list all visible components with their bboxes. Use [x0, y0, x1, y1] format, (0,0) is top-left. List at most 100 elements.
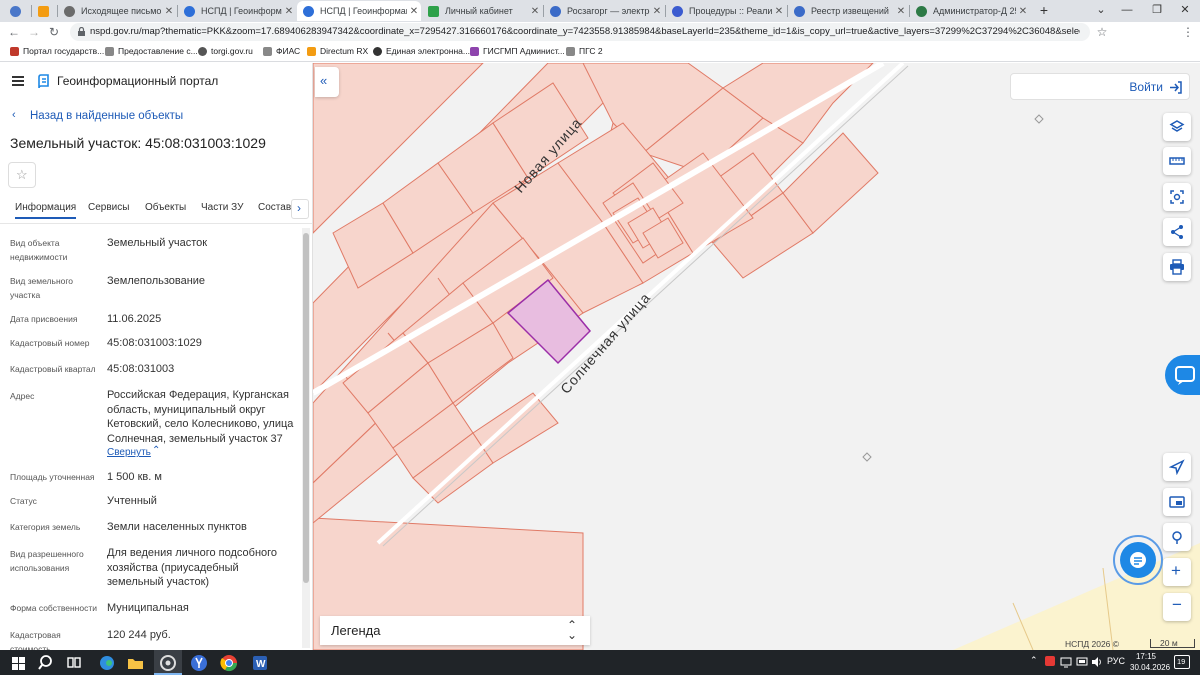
close-window-button[interactable]: ✕: [1170, 0, 1200, 22]
favorite-button[interactable]: ☆: [8, 162, 36, 188]
browser-tab[interactable]: Реестр извещений ✕: [788, 1, 908, 21]
print-button[interactable]: [1163, 253, 1191, 281]
volume-icon[interactable]: [1091, 656, 1103, 668]
bookmark-label: ПГС 2: [579, 46, 603, 56]
network-icon[interactable]: [1076, 656, 1088, 668]
restore-button[interactable]: ❐: [1142, 0, 1172, 22]
legend-panel[interactable]: Легенда ⌃ ⌄: [320, 616, 590, 645]
back-to-results-link[interactable]: Назад в найденные объекты: [30, 110, 183, 122]
bookmark-item[interactable]: ПГС 2: [566, 46, 603, 56]
tab-close-icon[interactable]: ✕: [282, 6, 296, 17]
tab-close-icon[interactable]: ✕: [528, 6, 542, 17]
menu-burger-icon[interactable]: [12, 76, 24, 86]
tab-close-icon[interactable]: ✕: [162, 6, 176, 17]
zoom-in-button[interactable]: +: [1163, 558, 1191, 586]
url-text: nspd.gov.ru/map?thematic=PKK&zoom=17.689…: [90, 26, 1080, 37]
tab-information[interactable]: Информация: [15, 202, 77, 219]
tabs-scroll-right-button[interactable]: ›: [291, 199, 309, 219]
windows-start-icon[interactable]: [10, 653, 30, 673]
measure-button[interactable]: [1163, 147, 1191, 175]
browser-tab[interactable]: Исходящее письмо дл✕: [58, 1, 176, 21]
browser-tab[interactable]: Администратор-Д 25.1✕: [910, 1, 1030, 21]
help-widget-button[interactable]: [1165, 355, 1200, 395]
browser-tab[interactable]: Росзагорг — электрон✕: [544, 1, 664, 21]
chat-widget-button[interactable]: [1113, 535, 1163, 585]
word-app-icon[interactable]: W: [250, 653, 270, 673]
browser-tab[interactable]: Личный кабинет ✕: [422, 1, 542, 21]
panel-scrollbar[interactable]: [302, 228, 310, 648]
reload-icon[interactable]: ↻: [46, 24, 62, 40]
tray-app-icon[interactable]: [1045, 656, 1055, 666]
tray-monitor-icon[interactable]: [1060, 656, 1072, 668]
bookmark-item[interactable]: ГИСГМП Админист...: [470, 46, 565, 56]
browser-tab[interactable]: [4, 1, 30, 21]
bookmark-item[interactable]: Портал государств...: [10, 46, 104, 56]
bookmark-item[interactable]: Directum RX: [307, 46, 368, 56]
chat-widget-core: [1120, 542, 1156, 578]
chrome-browser-icon[interactable]: [220, 653, 240, 673]
browser-tab-active[interactable]: НСПД | Геоинформаци ✕: [297, 1, 421, 21]
share-button[interactable]: [1163, 218, 1191, 246]
collapse-panel-button[interactable]: «: [315, 67, 339, 97]
select-area-button[interactable]: [1163, 183, 1191, 211]
field-value: Земли населенных пунктов: [107, 521, 247, 533]
bookmark-star-icon[interactable]: ☆: [1094, 24, 1110, 40]
scrollbar-thumb[interactable]: [303, 233, 309, 583]
browser-tab[interactable]: [32, 1, 56, 21]
address-bar[interactable]: nspd.gov.ru/map?thematic=PKK&zoom=17.689…: [70, 23, 1090, 41]
tab-close-icon[interactable]: ✕: [1016, 6, 1030, 17]
tab-close-icon[interactable]: ✕: [650, 6, 664, 17]
star-icon: ☆: [16, 167, 28, 182]
object-title: Земельный участок: 45:08:031003:1029: [10, 135, 266, 151]
minimize-button[interactable]: —: [1112, 0, 1142, 22]
back-arrow-icon[interactable]: ←: [6, 24, 22, 40]
active-app-indicator[interactable]: [154, 650, 182, 675]
tab-objects[interactable]: Объекты: [145, 202, 186, 213]
map-view[interactable]: Новая улица Солнечная улица « Войти + −: [313, 63, 1200, 650]
clock[interactable]: 17:15 30.04.2026: [1130, 651, 1170, 673]
bookmark-item[interactable]: Предоставление с...: [105, 46, 198, 56]
browser-tab[interactable]: Процедуры :: Реализа✕: [666, 1, 786, 21]
divider: [0, 223, 312, 224]
tab-close-icon[interactable]: ✕: [894, 6, 908, 17]
tab-favicon-icon: [184, 5, 195, 17]
bookmark-item[interactable]: Единая электронна...: [373, 46, 470, 56]
task-view-icon[interactable]: [66, 653, 86, 673]
tab-services[interactable]: Сервисы: [88, 202, 129, 213]
file-explorer-icon[interactable]: [126, 653, 146, 673]
search-icon[interactable]: [38, 653, 58, 673]
picture-in-picture-button[interactable]: [1163, 488, 1191, 516]
bookmark-label: Directum RX: [320, 46, 369, 56]
notifications-button[interactable]: 19: [1174, 655, 1190, 669]
layers-button[interactable]: [1163, 113, 1191, 141]
site-info-icon[interactable]: [77, 27, 86, 37]
collapse-link[interactable]: Свернуть: [107, 447, 151, 458]
tab-composition[interactable]: Состав: [258, 202, 291, 213]
locate-button[interactable]: [1163, 453, 1191, 481]
login-button[interactable]: Войти: [1010, 73, 1190, 100]
scale-label: 20 м: [1160, 638, 1178, 648]
chevron-up-icon[interactable]: ⌃: [1030, 655, 1038, 666]
tab-close-icon[interactable]: ✕: [407, 6, 421, 17]
picture-in-picture-icon: [1169, 496, 1185, 508]
expand-collapse-icon[interactable]: ⌃ ⌄: [567, 619, 577, 641]
tab-title: Администратор-Д 25.1: [933, 6, 1016, 16]
map-canvas[interactable]: [313, 63, 1200, 650]
bookmark-item[interactable]: ФИАС: [263, 46, 300, 56]
tab-land-parts[interactable]: Части ЗУ: [201, 202, 243, 213]
yandex-browser-icon[interactable]: [190, 653, 210, 673]
browser-tab[interactable]: НСПД | Геоинформаци✕: [178, 1, 296, 21]
forward-arrow-icon[interactable]: →: [26, 24, 42, 40]
chevron-up-icon[interactable]: ⌃: [152, 445, 160, 456]
zoom-out-button[interactable]: −: [1163, 593, 1191, 621]
bookmark-label: ФИАС: [276, 46, 301, 56]
bookmark-favicon-icon: [566, 46, 575, 56]
bookmark-favicon-icon: [470, 46, 479, 56]
bookmark-item[interactable]: torgi.gov.ru: [198, 46, 253, 56]
tab-close-icon[interactable]: ✕: [772, 6, 786, 17]
browser-menu-icon[interactable]: ⋮: [1180, 24, 1196, 40]
edge-browser-icon[interactable]: [98, 653, 118, 673]
search-location-button[interactable]: [1163, 523, 1191, 551]
new-tab-button[interactable]: +: [1032, 0, 1056, 22]
language-indicator[interactable]: РУС: [1107, 656, 1125, 666]
